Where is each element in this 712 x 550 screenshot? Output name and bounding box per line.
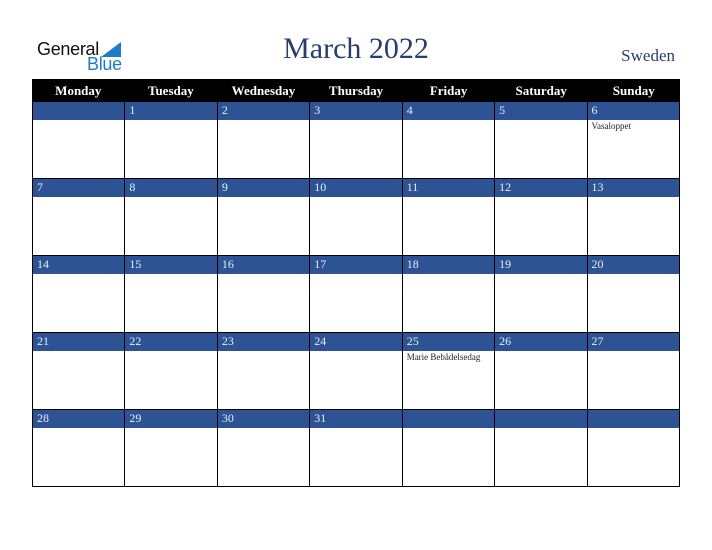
day-number: 3 [310,102,402,120]
day-cell[interactable]: 21 [32,333,125,410]
day-cell[interactable]: 17 [309,256,402,333]
country-label: Sweden [621,46,675,65]
day-number [495,410,587,428]
day-number: 12 [495,179,587,197]
day-number: 28 [33,410,125,428]
day-number: 11 [402,179,495,197]
day-cell[interactable]: 29 [124,410,217,487]
day-number: 24 [310,333,402,351]
calendar-title: March 2022 [283,32,429,65]
day-number: 5 [495,102,587,120]
day-cell[interactable]: 14 [32,256,125,333]
weekday-monday: Monday [55,83,102,98]
day-cell[interactable]: 9 [216,179,310,256]
day-number: 6 [587,102,679,120]
weekday-wednesday: Wednesday [231,83,296,98]
day-number [587,410,679,428]
day-number: 29 [125,410,217,428]
holiday-event: Vasaloppet [591,121,632,131]
day-cell[interactable] [586,410,680,487]
day-cell[interactable]: 18 [401,256,495,333]
day-cell[interactable]: 26 [494,333,587,410]
day-number: 14 [33,256,125,274]
day-cell[interactable]: 11 [401,179,495,256]
weekday-friday: Friday [429,83,468,98]
calendar-grid: Monday Tuesday Wednesday Thursday Friday Satu… [32,79,680,487]
day-cell[interactable]: 27 [586,333,680,410]
weekday-saturday: Saturday [515,83,567,98]
day-cell[interactable]: 25 Marie Bebådelsedag [401,333,495,410]
weekday-sunday: Sunday [612,83,655,98]
week-row: 7 8 9 10 11 12 13 [32,179,680,256]
day-cell[interactable]: 7 [32,179,125,256]
day-number [402,410,495,428]
day-cell[interactable]: 28 [32,410,125,487]
day-number: 9 [217,179,310,197]
day-number: 13 [587,179,679,197]
day-number: 30 [217,410,310,428]
day-number: 27 [587,333,679,351]
day-number: 31 [310,410,402,428]
day-number: 7 [33,179,125,197]
weekday-thursday: Thursday [328,83,384,98]
day-cell[interactable]: 30 [216,410,310,487]
day-cell[interactable]: 19 [494,256,587,333]
day-cell[interactable]: 22 [124,333,217,410]
day-cell[interactable]: 13 [586,179,680,256]
day-number: 8 [125,179,217,197]
day-number: 4 [402,102,495,120]
day-cell[interactable]: 12 [494,179,587,256]
day-cell[interactable] [494,410,587,487]
day-cell[interactable]: 20 [586,256,680,333]
day-number: 19 [495,256,587,274]
day-cell[interactable] [401,410,495,487]
day-number: 23 [217,333,310,351]
week-row: 21 22 23 24 25 Marie Bebådelsedag 26 27 [32,333,680,410]
day-cell[interactable]: 6 Vasaloppet [586,102,680,179]
day-number: 18 [402,256,495,274]
week-row: 14 15 16 17 18 19 20 [32,256,680,333]
day-number: 10 [310,179,402,197]
day-cell[interactable]: 1 [124,102,217,179]
day-cell[interactable]: 3 [309,102,402,179]
day-cell[interactable]: 2 [216,102,310,179]
day-cell[interactable]: 16 [216,256,310,333]
day-number: 21 [33,333,125,351]
day-number: 1 [125,102,217,120]
day-cell[interactable]: 8 [124,179,217,256]
day-cell[interactable]: 5 [494,102,587,179]
calendar-weeks: 1 2 3 4 5 6 Vasaloppet 7 8 9 10 11 12 13 14 15 16 17 18 19 2… [32,102,680,487]
day-number [33,102,125,120]
weekday-tuesday: Tuesday [147,83,194,98]
day-number: 25 [402,333,495,351]
day-number: 26 [495,333,587,351]
day-number: 16 [217,256,310,274]
day-cell[interactable]: 4 [401,102,495,179]
day-cell[interactable] [32,102,125,179]
day-number: 17 [310,256,402,274]
day-number: 15 [125,256,217,274]
day-number: 22 [125,333,217,351]
weekday-header: Monday Tuesday Wednesday Thursday Friday Satu… [32,79,680,102]
day-cell[interactable]: 23 [216,333,310,410]
day-cell[interactable]: 31 [309,410,402,487]
day-cell[interactable]: 10 [309,179,402,256]
day-cell[interactable]: 15 [124,256,217,333]
day-number: 20 [587,256,679,274]
day-cell[interactable]: 24 [309,333,402,410]
week-row: 28 29 30 31 [32,410,680,487]
week-row: 1 2 3 4 5 6 Vasaloppet [32,102,680,179]
day-number: 2 [217,102,310,120]
holiday-event: Marie Bebådelsedag [406,352,481,362]
